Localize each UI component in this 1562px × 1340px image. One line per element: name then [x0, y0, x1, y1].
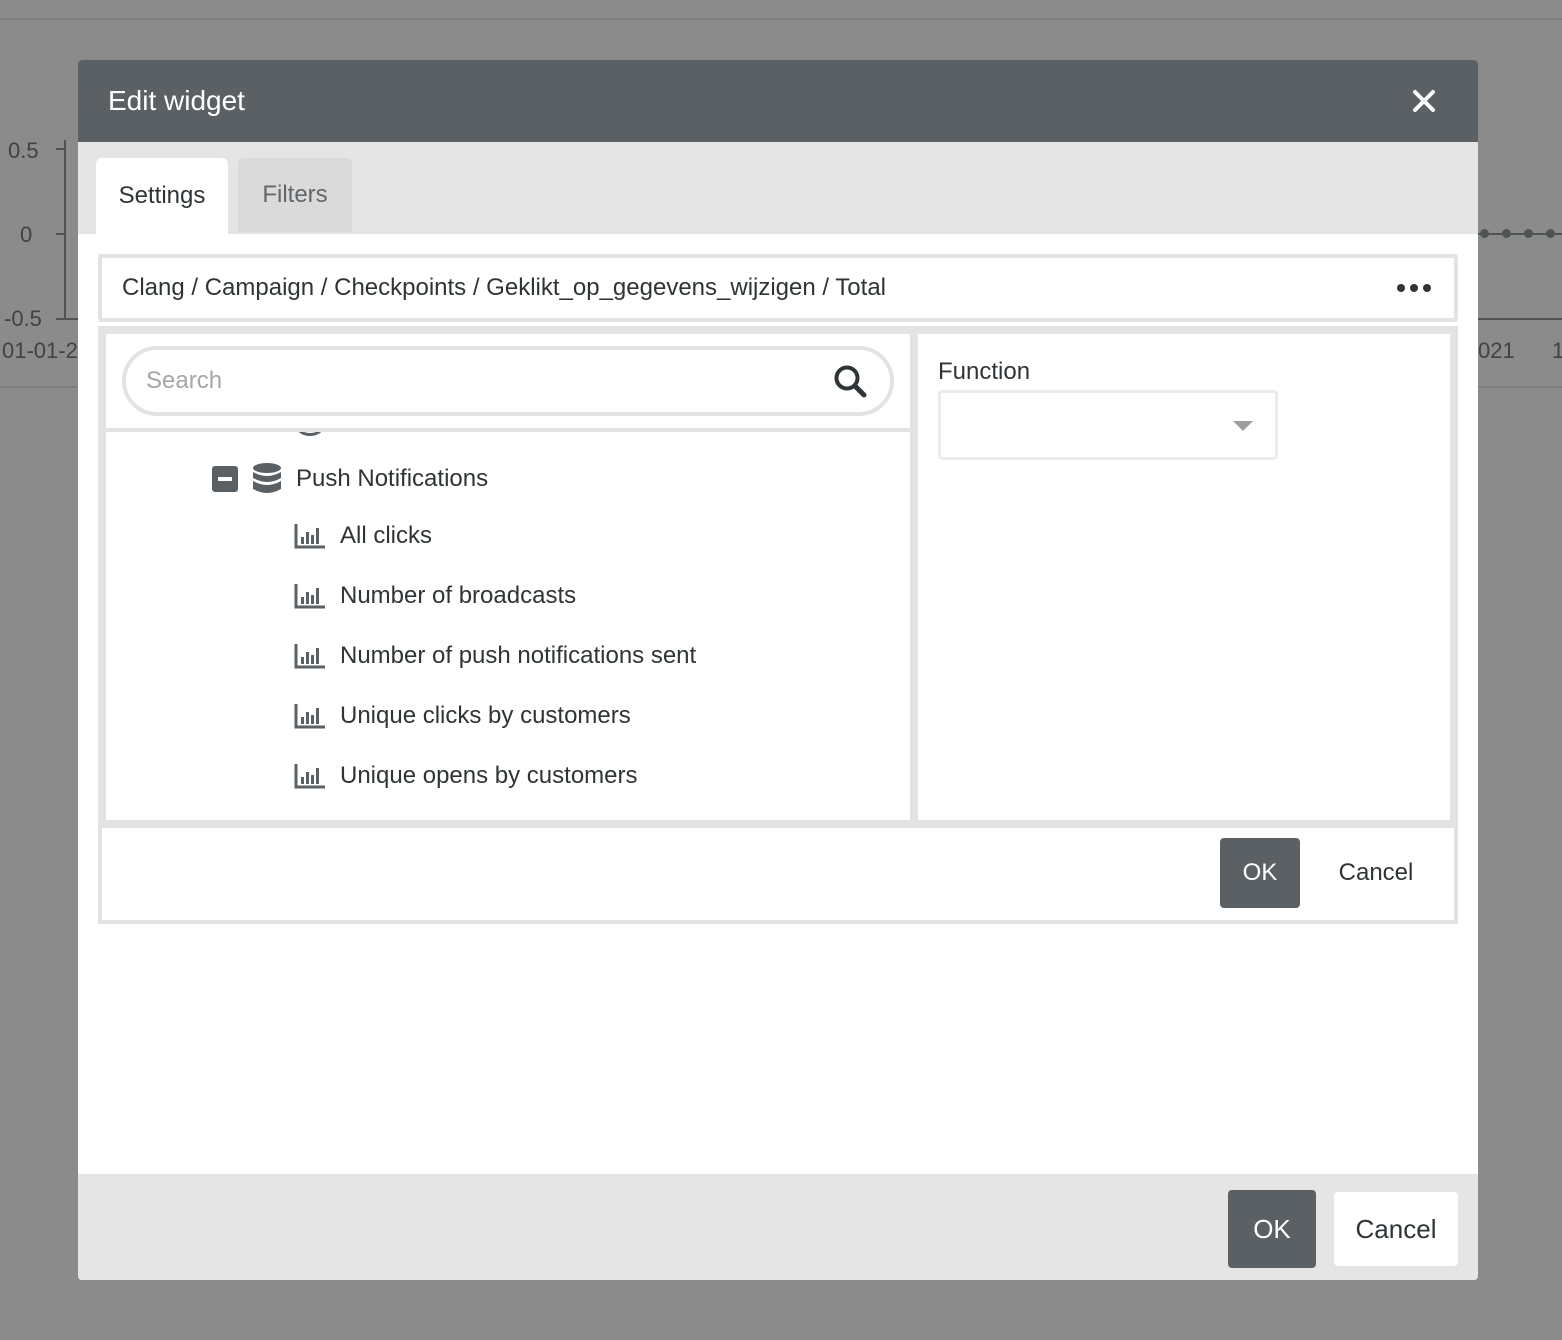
tree-item[interactable]: Unique clicks by customers — [294, 702, 631, 730]
bar-chart-icon — [294, 584, 325, 609]
background-divider-top — [0, 18, 1562, 20]
editor-ok-button[interactable]: OK — [1220, 838, 1300, 908]
settings-panel: Clang / Campaign / Checkpoints / Geklikt… — [98, 254, 1458, 924]
function-select[interactable] — [938, 390, 1278, 460]
tree-item[interactable]: All clicks — [294, 522, 432, 550]
tree-item[interactable]: Number of broadcasts — [294, 582, 576, 610]
search-area — [106, 334, 910, 432]
bg-point — [1524, 229, 1533, 238]
bg-point — [1502, 229, 1511, 238]
search-input[interactable] — [146, 367, 830, 395]
more-horizontal-icon — [1397, 284, 1405, 292]
more-options-button[interactable] — [1394, 273, 1434, 303]
metric-path: Clang / Campaign / Checkpoints / Geklikt… — [122, 274, 886, 301]
editor-actions: OK Cancel — [102, 828, 1454, 920]
dialog-footer: OK Cancel — [78, 1174, 1478, 1280]
bar-chart-icon — [294, 524, 325, 549]
bg-y-tick: 0 — [20, 222, 33, 247]
bg-x-axis — [1478, 318, 1562, 320]
tree-item-label: All clicks — [340, 522, 433, 549]
bg-y-tick: -0.5 — [4, 306, 42, 331]
tree-item-label: Unique opens by customers — [340, 762, 638, 789]
bg-x-tick: 1 — [1552, 338, 1562, 363]
close-icon — [1413, 90, 1435, 112]
search-icon[interactable] — [830, 361, 870, 401]
bg-y-axis — [64, 140, 66, 320]
bg-axis-tick — [56, 318, 78, 320]
close-button[interactable] — [1400, 77, 1448, 125]
tree-item[interactable]: Number of push notifications sent — [294, 642, 696, 670]
tree-item-label: Unique clicks by customers — [340, 702, 631, 729]
bg-axis-tick — [56, 233, 66, 235]
tree-item-label: Number of broadcasts — [340, 582, 577, 609]
tab-bar: Settings Filters — [78, 142, 1478, 234]
bg-x-tick: 021 — [1478, 338, 1515, 363]
metric-tree[interactable]: Push Notifications All clicks Number of … — [106, 432, 910, 816]
tab-settings[interactable]: Settings — [96, 158, 228, 234]
function-pane: Function — [918, 334, 1450, 820]
metric-path-bar[interactable]: Clang / Campaign / Checkpoints / Geklikt… — [98, 254, 1458, 322]
dialog-cancel-button[interactable]: Cancel — [1334, 1192, 1458, 1266]
tree-item[interactable]: Unique opens by customers — [294, 762, 638, 790]
chevron-down-icon — [1233, 421, 1253, 431]
bg-x-tick: 01-01-2 — [2, 338, 78, 363]
tab-filters[interactable]: Filters — [238, 158, 352, 232]
collapse-icon[interactable] — [212, 466, 238, 492]
metric-tree-pane: Push Notifications All clicks — [106, 334, 910, 820]
tree-group-push-notifications[interactable]: Push Notifications — [212, 462, 488, 496]
database-icon — [253, 463, 281, 493]
bar-chart-icon — [294, 704, 325, 729]
dialog-title: Edit widget — [108, 85, 245, 116]
editor-cancel-button[interactable]: Cancel — [1320, 838, 1432, 908]
bg-point — [1480, 229, 1489, 238]
dialog-ok-button[interactable]: OK — [1228, 1190, 1316, 1268]
metric-editor: Push Notifications All clicks — [98, 326, 1458, 924]
bar-chart-icon — [294, 644, 325, 669]
bg-y-tick: 0.5 — [8, 138, 39, 163]
tree-item-label: Number of push notifications sent — [340, 642, 697, 669]
dialog-header: Edit widget — [78, 60, 1478, 142]
database-icon-partial — [296, 432, 324, 436]
bg-point — [1546, 229, 1555, 238]
function-label: Function — [938, 358, 1031, 385]
tree-group-label: Push Notifications — [296, 465, 489, 492]
edit-widget-dialog: Edit widget Settings Filters Clang / Cam… — [78, 60, 1478, 1280]
bar-chart-icon — [294, 764, 325, 789]
bg-axis-tick — [56, 148, 66, 150]
search-box — [122, 346, 894, 416]
